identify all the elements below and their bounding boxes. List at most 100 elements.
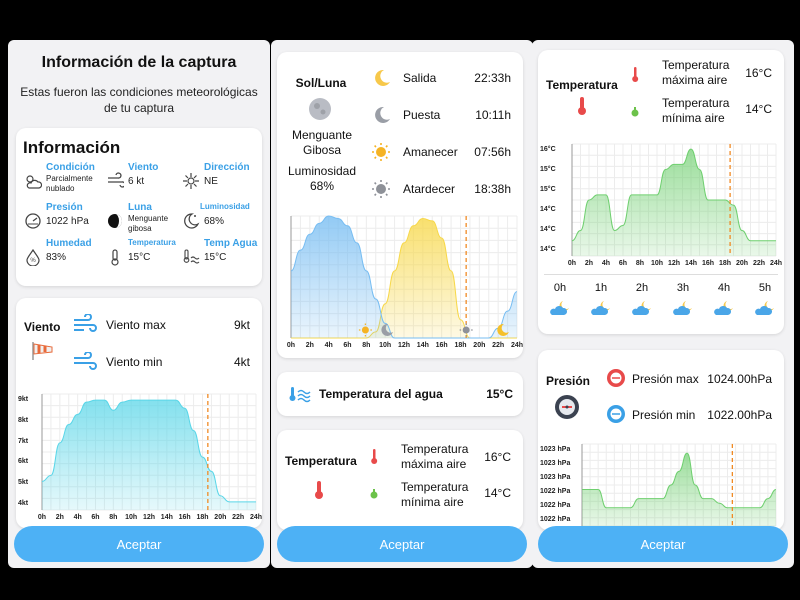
chart-svg <box>290 215 518 339</box>
moon-phase-text: Menguante Gibosa <box>291 128 353 157</box>
moon-phase-icon <box>309 98 331 120</box>
info-heading: Información <box>23 138 121 157</box>
info-item: Luna Menguante gibosa <box>106 202 186 240</box>
sunset-icon <box>372 180 390 198</box>
info-card: Información Condición Parcialmente nublad… <box>16 128 262 286</box>
info-item: Condición Parcialmente nublado <box>24 162 104 200</box>
moon-phase-icon <box>108 214 122 228</box>
pressure-max-label: Presión max <box>632 372 699 386</box>
cloudy-night-icon <box>550 301 569 315</box>
sun-moon-heading: Sol/Luna <box>295 76 347 90</box>
temperature-heading: Temperatura <box>546 78 618 92</box>
pressure-heading: Presión <box>546 374 591 388</box>
info-item-label: Luna <box>128 202 152 213</box>
forecast-hour: 5h <box>758 282 772 294</box>
x-tick-label: 0h <box>286 342 296 349</box>
sun-moon-panel: Sol/Luna Menguante Gibosa Luminosidad 68… <box>271 40 533 568</box>
y-tick-label: 16°C <box>540 146 556 153</box>
x-tick-label: 6h <box>618 260 628 267</box>
cloudy-night-icon <box>632 301 651 315</box>
temp-max-icon <box>371 449 378 464</box>
wind-max-label: Viento max <box>106 318 166 332</box>
pressure-min-value: 1022.00hPa <box>707 408 772 422</box>
x-tick-label: 12h <box>667 260 681 267</box>
x-tick-label: 4h <box>324 342 333 349</box>
y-tick-label: 9kt <box>18 396 29 403</box>
chart-svg <box>41 393 257 511</box>
x-tick-label: 8h <box>635 260 645 267</box>
sun-moon-row-value: 10:11h <box>475 108 511 122</box>
info-item: Viento 6 kt <box>106 162 186 200</box>
info-item-label: Presión <box>46 202 83 213</box>
x-tick-label: 0h <box>567 260 577 267</box>
temperature-card: Temperatura Temperatura máxima aire 16°C… <box>277 430 523 530</box>
y-tick-label: 7kt <box>18 437 29 445</box>
water-temp-card: Temperatura del agua 15°C <box>277 372 523 416</box>
temp-pressure-panel: Temperatura Temperatura máxima aire 16°C… <box>532 40 794 568</box>
humidity-icon: % <box>26 248 40 266</box>
info-item: Luminosidad 68% <box>182 202 262 240</box>
capture-info-panel: Información de la captura Estas fueron l… <box>8 40 270 568</box>
x-tick-label: 12h <box>142 514 156 521</box>
y-tick-label: 5kt <box>18 479 29 487</box>
wind-min-label: Viento min <box>106 355 163 369</box>
info-item-label: Luminosidad <box>200 202 250 211</box>
windsock-icon <box>32 342 53 360</box>
x-tick-label: 24h <box>510 342 523 349</box>
info-item-value: 6 kt <box>128 176 145 187</box>
y-tick-label: 15°C <box>540 166 556 173</box>
x-tick-label: 0h <box>37 514 47 521</box>
info-item: % Humedad 83% <box>24 238 104 276</box>
y-tick-label: 1022 hPa <box>540 502 571 509</box>
info-item-label: Dirección <box>204 162 250 173</box>
info-item-value: 1022 hPa <box>46 216 89 227</box>
accept-button[interactable]: Aceptar <box>277 526 527 562</box>
info-item-value: NE <box>204 176 218 187</box>
y-tick-label: 15°C <box>540 186 556 193</box>
sun-moon-row-value: 18:38h <box>474 182 511 196</box>
y-tick-label: 8kt <box>18 416 29 424</box>
x-tick-label: 20h <box>735 260 749 267</box>
moonset-icon <box>375 106 390 123</box>
pressure-chart: 0h2h4h6h8h10h12h14h16h18h20h22h24h1022 h… <box>538 440 784 530</box>
forecast-hour: 3h <box>676 282 690 294</box>
y-tick-label: 4kt <box>18 500 29 507</box>
temp-min-label: Temperatura mínima aire <box>662 96 730 125</box>
panel-title: Información de la captura <box>41 54 237 71</box>
x-tick-label: 8h <box>109 514 118 521</box>
x-tick-label: 24h <box>769 260 783 267</box>
info-item-label: Temp Agua <box>204 238 258 249</box>
x-tick-label: 14h <box>160 514 173 521</box>
thermometer-icon <box>315 481 323 499</box>
water-temp-icon <box>183 249 200 264</box>
x-tick-label: 22h <box>752 260 766 267</box>
x-tick-label: 18h <box>454 342 467 349</box>
accept-button[interactable]: Aceptar <box>538 526 788 562</box>
water-temp-label: Temperatura del agua <box>319 387 443 401</box>
y-tick-label: 14°C <box>540 206 556 213</box>
y-tick-label: 1022 hPa <box>540 488 571 495</box>
svg-text:%: % <box>30 258 36 264</box>
temp-max-value: 16°C <box>745 66 772 80</box>
x-tick-label: 20h <box>473 342 486 349</box>
info-item: Presión 1022 hPa <box>24 202 104 240</box>
info-item-label: Viento <box>128 162 159 173</box>
y-tick-label: 1023 hPa <box>540 460 571 467</box>
x-tick-label: 10h <box>379 342 392 349</box>
x-tick-label: 18h <box>718 260 732 267</box>
moonrise-icon <box>375 69 390 86</box>
info-item: Temp Agua 15°C <box>182 238 262 276</box>
y-tick-label: 14°C <box>540 246 556 253</box>
info-item-value: 68% <box>204 216 225 227</box>
x-tick-label: 8h <box>362 342 371 349</box>
water-temp-value: 15°C <box>486 387 513 401</box>
wind-card: Viento Viento max 9kt Viento min 4kt 0h 2… <box>16 298 262 528</box>
moon-luminosity: Luminosidad 68% <box>287 164 357 193</box>
sun-moon-row-value: 07:56h <box>474 145 511 159</box>
temp-max-value: 16°C <box>484 450 511 464</box>
accept-button[interactable]: Aceptar <box>14 526 264 562</box>
x-tick-label: 10h <box>650 260 664 267</box>
x-tick-label: 18h <box>196 514 209 521</box>
x-tick-label: 2h <box>584 260 594 267</box>
temperature-heading: Temperatura <box>285 454 357 468</box>
